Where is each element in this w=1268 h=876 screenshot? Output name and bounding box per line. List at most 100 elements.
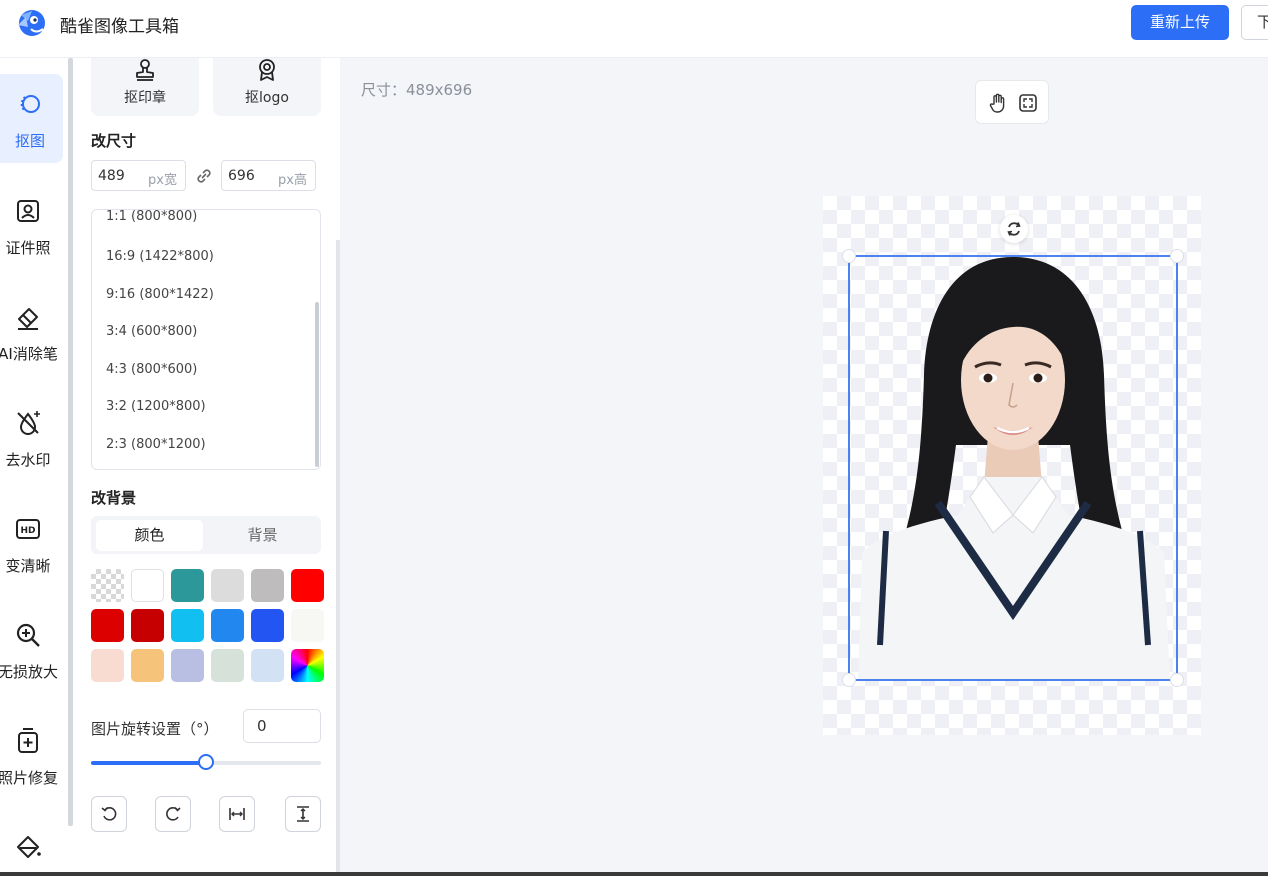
crop-handle-top-left[interactable]	[842, 249, 856, 263]
flip-horizontal-icon	[229, 808, 245, 820]
eraser-icon	[18, 308, 38, 330]
color-swatch[interactable]	[91, 609, 124, 642]
photo-repair-icon	[18, 728, 38, 753]
download-button[interactable]: 下	[1241, 5, 1268, 40]
slider-thumb[interactable]	[198, 754, 214, 770]
canvas-area: 尺寸：489x696	[340, 58, 1268, 876]
flip-horizontal-button[interactable]	[219, 796, 255, 832]
ratio-option[interactable]: 3:4 (600*800)	[106, 324, 197, 339]
rotate-left-icon	[101, 806, 117, 821]
link-icon[interactable]	[193, 165, 215, 187]
image-size-text: 尺寸：489x696	[361, 81, 473, 99]
width-input[interactable]: 489 px宽	[91, 160, 186, 191]
left-nav: 抠图 证件照 AI消除笔 去水印 HD 变清晰 无损放大 照片修复	[0, 58, 73, 876]
hd-icon: HD	[16, 519, 40, 539]
resize-title: 改尺寸	[91, 132, 137, 150]
color-swatch[interactable]	[291, 569, 324, 602]
nav-item-hd[interactable]: HD 变清晰	[0, 499, 70, 589]
tab-color[interactable]: 颜色	[96, 520, 203, 551]
color-swatch[interactable]	[171, 569, 204, 602]
rotation-slider[interactable]	[91, 754, 321, 770]
badge-icon	[259, 59, 275, 81]
tool-label: 抠logo	[245, 90, 289, 106]
ratio-list: 1:1 (800*800) 16:9 (1422*800) 9:16 (800*…	[91, 209, 321, 470]
image-stage	[823, 196, 1201, 735]
app-title: 酷雀图像工具箱	[60, 17, 179, 37]
ratio-option[interactable]: 16:9 (1422*800)	[106, 249, 214, 264]
refresh-icon	[1007, 222, 1021, 236]
color-swatch[interactable]	[91, 569, 124, 602]
nav-label: 无损放大	[0, 663, 58, 681]
nav-item-cutout[interactable]: 抠图	[0, 74, 63, 163]
settings-panel: 抠印章 抠logo 改尺寸 489 px宽 696 px高 1:1 (800*8…	[74, 58, 340, 876]
color-swatch[interactable]	[171, 649, 204, 682]
ratio-option[interactable]: 9:16 (800*1422)	[106, 287, 214, 302]
flip-vertical-button[interactable]	[285, 796, 321, 832]
hand-icon[interactable]	[987, 92, 1009, 114]
rotation-label: 图片旋转设置（°）	[91, 720, 219, 738]
bottom-strip	[0, 872, 1268, 876]
ratio-scrollbar[interactable]	[315, 302, 319, 467]
height-input[interactable]: 696 px高	[221, 160, 316, 191]
slider-fill	[91, 761, 206, 765]
color-swatch[interactable]	[251, 569, 284, 602]
height-unit: px高	[278, 173, 307, 188]
watermark-remove-icon	[17, 411, 40, 435]
nav-item-repair[interactable]: 照片修复	[0, 711, 70, 801]
ratio-option[interactable]: 3:2 (1200*800)	[106, 399, 206, 414]
color-swatch[interactable]	[131, 609, 164, 642]
color-swatch[interactable]	[251, 609, 284, 642]
reupload-button[interactable]: 重新上传	[1131, 5, 1229, 40]
paint-bucket-icon	[17, 836, 41, 858]
nav-label: 抠图	[14, 132, 45, 150]
logo-cutout-button[interactable]: 抠logo	[213, 58, 321, 116]
crop-handle-bottom-right[interactable]	[1170, 673, 1184, 687]
ratio-option[interactable]: 4:3 (800*600)	[106, 362, 197, 377]
width-value: 489	[98, 168, 125, 184]
background-title: 改背景	[91, 489, 137, 507]
ratio-option[interactable]: 1:1 (800*800)	[106, 210, 197, 224]
app-logo	[18, 10, 45, 36]
zoom-in-icon	[16, 623, 40, 647]
height-value: 696	[228, 168, 255, 184]
color-swatch[interactable]	[211, 609, 244, 642]
color-swatch[interactable]	[211, 649, 244, 682]
nav-item-fill[interactable]	[0, 817, 70, 876]
color-swatch[interactable]	[131, 569, 164, 602]
rotate-left-button[interactable]	[91, 796, 127, 832]
crop-selection-box[interactable]	[848, 255, 1178, 681]
nav-label: 证件照	[5, 239, 51, 257]
nav-label: AI消除笔	[0, 345, 58, 363]
svg-text:HD: HD	[20, 526, 35, 536]
rotate-right-button[interactable]	[155, 796, 191, 832]
nav-label: 变清晰	[5, 557, 51, 575]
color-swatch[interactable]	[211, 569, 244, 602]
nav-item-ai-eraser[interactable]: AI消除笔	[0, 287, 70, 377]
ratio-option[interactable]: 2:3 (800*1200)	[106, 437, 206, 452]
rotate-right-icon	[166, 806, 181, 821]
rotate-handle[interactable]	[1000, 215, 1028, 243]
cutout-icon	[20, 95, 40, 113]
nav-item-id-photo[interactable]: 证件照	[0, 181, 70, 271]
nav-item-upscale[interactable]: 无损放大	[0, 605, 70, 695]
crop-handle-bottom-left[interactable]	[842, 673, 856, 687]
color-swatch[interactable]	[91, 649, 124, 682]
crop-handle-top-right[interactable]	[1170, 249, 1184, 263]
color-swatch[interactable]	[291, 609, 324, 642]
nav-item-watermark[interactable]: 去水印	[0, 393, 70, 483]
color-swatch[interactable]	[131, 649, 164, 682]
color-swatch[interactable]	[171, 609, 204, 642]
fullscreen-icon[interactable]	[1017, 92, 1039, 114]
nav-scrollbar[interactable]	[68, 58, 73, 826]
flip-vertical-icon	[297, 806, 309, 822]
color-swatch[interactable]	[251, 649, 284, 682]
id-photo-icon	[17, 200, 39, 222]
top-bar: 酷雀图像工具箱 重新上传 下	[0, 0, 1268, 58]
nav-label: 去水印	[5, 451, 51, 469]
tool-label: 抠印章	[124, 90, 166, 106]
nav-label: 照片修复	[0, 769, 58, 787]
rotation-input[interactable]: 0	[243, 709, 321, 743]
stamp-cutout-button[interactable]: 抠印章	[91, 58, 199, 116]
tab-background[interactable]: 背景	[209, 520, 316, 551]
color-swatch[interactable]	[291, 649, 324, 682]
